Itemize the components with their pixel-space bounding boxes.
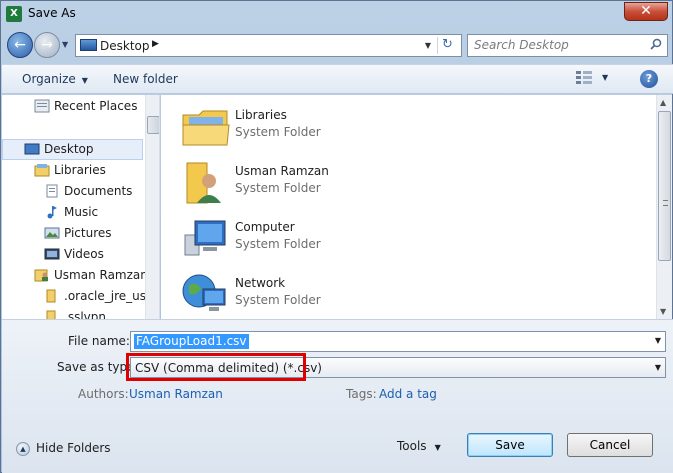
user-folder-icon <box>34 269 48 282</box>
documents-icon <box>46 184 58 198</box>
forward-button[interactable]: → <box>34 32 60 58</box>
tools-menu[interactable]: Tools ▼ <box>397 439 441 453</box>
change-view-icon[interactable] <box>576 71 592 85</box>
search-input[interactable] <box>474 38 644 52</box>
nav-item-label: Videos <box>64 247 104 261</box>
file-item-usman-ramzan[interactable]: Usman Ramzan System Folder <box>181 155 481 211</box>
libraries-icon <box>34 164 50 177</box>
excel-icon: X <box>6 6 22 22</box>
file-name-value[interactable]: FAGroupLoad1.csv <box>134 334 249 349</box>
nav-item-label: Usman Ramzan <box>54 268 148 282</box>
search-box[interactable] <box>467 34 668 57</box>
chevron-down-icon: ▼ <box>434 443 441 452</box>
chevron-down-icon: ▼ <box>81 76 88 85</box>
file-name: Computer <box>235 220 295 234</box>
scrollbar-thumb[interactable] <box>147 116 159 134</box>
close-button[interactable]: ✕ <box>624 2 668 21</box>
breadcrumb-separator[interactable]: ▶ <box>152 39 159 49</box>
address-dropdown[interactable]: ▼ <box>425 41 431 50</box>
nav-item-label: .sslvpn <box>64 310 106 319</box>
annotation-highlight-box <box>126 353 306 381</box>
navigation-scrollbar[interactable] <box>145 95 159 319</box>
scroll-down-icon[interactable]: ▼ <box>660 307 666 316</box>
file-list-pane: Libraries System Folder Usman Ramzan Sys… <box>161 95 672 319</box>
tags-label: Tags: <box>346 387 377 401</box>
file-name: Network <box>235 276 286 290</box>
chevron-down-icon[interactable]: ▼ <box>655 363 661 372</box>
file-name-label: File name: <box>68 334 130 348</box>
nav-item-label: Documents <box>64 184 133 198</box>
tags-value[interactable]: Add a tag <box>379 387 437 401</box>
file-name-field[interactable]: FAGroupLoad1.csv ▼ <box>130 331 666 352</box>
chevron-down-icon[interactable]: ▼ <box>655 336 661 345</box>
save-options-panel: File name: FAGroupLoad1.csv ▼ Save as ty… <box>2 319 673 473</box>
tools-label: Tools <box>397 439 427 453</box>
scrollbar-grip <box>663 200 668 206</box>
refresh-icon[interactable]: ↻ <box>437 37 457 54</box>
scrollbar-thumb[interactable] <box>658 111 671 261</box>
new-folder-button[interactable]: New folder <box>113 72 178 86</box>
file-item-libraries[interactable]: Libraries System Folder <box>181 99 481 155</box>
nav-item-label: Desktop <box>44 142 94 156</box>
file-type: System Folder <box>235 293 321 307</box>
file-type: System Folder <box>235 181 321 195</box>
file-item-network[interactable]: Network System Folder <box>181 267 481 319</box>
folder-icon <box>46 310 56 319</box>
desktop-icon <box>80 39 97 51</box>
file-list-scrollbar[interactable]: ▲ ▼ <box>656 95 672 319</box>
music-icon <box>47 206 57 219</box>
pictures-icon <box>44 227 60 239</box>
address-bar[interactable]: Desktop ▶ ▼ ↻ <box>75 34 462 57</box>
cancel-button[interactable]: Cancel <box>567 433 653 457</box>
command-toolbar: Organize ▼ New folder ▼ ? <box>2 64 673 94</box>
view-options-dropdown[interactable]: ▼ <box>602 73 608 82</box>
file-type: System Folder <box>235 237 321 251</box>
nav-item-label: Music <box>64 205 99 219</box>
nav-item-label: Libraries <box>54 163 106 177</box>
recent-places-icon <box>34 99 50 113</box>
authors-value[interactable]: Usman Ramzan <box>129 387 223 401</box>
user-folder-icon <box>186 162 221 204</box>
search-icon[interactable] <box>650 38 662 50</box>
save-button[interactable]: Save <box>467 433 553 457</box>
save-as-dialog: X Save As ✕ ← → ▼ Desktop ▶ ▼ ↻ Organize… <box>0 0 673 473</box>
file-type: System Folder <box>235 125 321 139</box>
desktop-icon <box>24 143 40 155</box>
organize-menu[interactable]: Organize ▼ <box>22 72 88 86</box>
navigation-pane: Recent Places Desktop Libraries Document… <box>2 95 160 319</box>
recent-locations-dropdown[interactable]: ▼ <box>62 40 68 49</box>
file-name: Usman Ramzan <box>235 164 329 178</box>
title-bar[interactable]: X Save As ✕ <box>1 1 672 27</box>
hide-folders-label: Hide Folders <box>36 441 111 455</box>
nav-item-label: Recent Places <box>54 99 138 113</box>
network-icon <box>182 274 226 311</box>
file-name: Libraries <box>235 108 287 122</box>
file-item-computer[interactable]: Computer System Folder <box>181 211 481 267</box>
breadcrumb-desktop[interactable]: Desktop <box>100 39 150 53</box>
folder-icon <box>46 289 56 303</box>
scroll-up-icon[interactable]: ▲ <box>660 98 666 107</box>
computer-icon <box>184 220 226 256</box>
videos-icon <box>44 248 60 260</box>
authors-label: Authors: <box>78 387 129 401</box>
libraries-icon <box>182 110 230 146</box>
help-icon[interactable]: ? <box>640 70 658 88</box>
collapse-icon: ▲ <box>16 442 30 456</box>
address-row: ← → ▼ Desktop ▶ ▼ ↻ <box>1 29 672 63</box>
back-button[interactable]: ← <box>7 32 33 58</box>
window-title: Save As <box>28 6 76 20</box>
organize-label: Organize <box>22 72 76 86</box>
nav-item-label: Pictures <box>64 226 112 240</box>
